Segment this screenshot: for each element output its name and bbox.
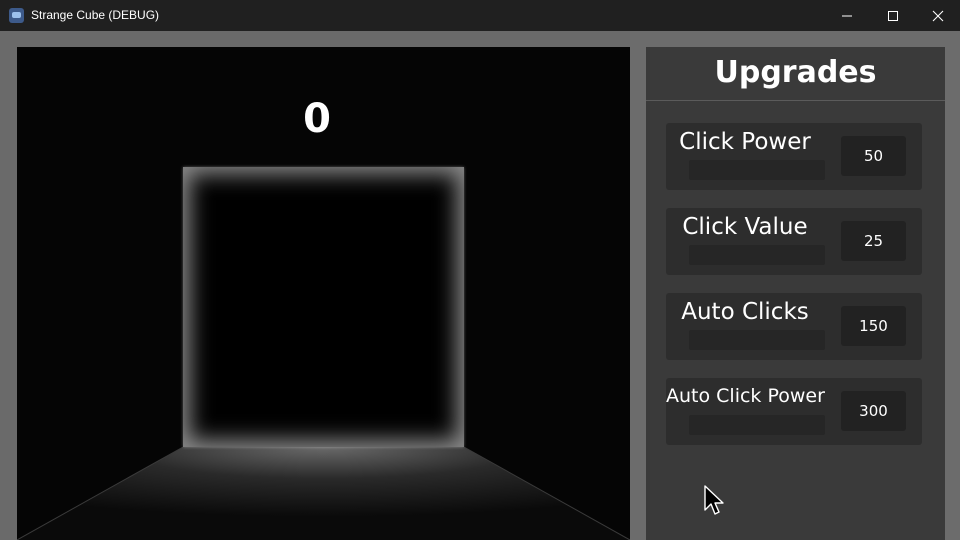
close-icon	[932, 10, 944, 21]
upgrade-cost-button[interactable]: 25	[841, 221, 906, 261]
upgrade-progress-bar	[689, 415, 825, 435]
upgrade-label: Auto Click Power	[666, 385, 825, 407]
upgrade-auto-click-power[interactable]: Auto Click Power 300	[666, 378, 922, 445]
upgrade-label: Click Value	[682, 214, 808, 240]
upgrade-cost-button[interactable]: 50	[841, 136, 906, 176]
minimize-button[interactable]	[824, 0, 870, 31]
title-bar[interactable]: Strange Cube (DEBUG)	[0, 0, 960, 31]
upgrade-click-power[interactable]: Click Power 50	[666, 123, 922, 190]
upgrade-label: Click Power	[679, 129, 811, 155]
godot-engine-icon	[9, 8, 24, 23]
close-button[interactable]	[915, 0, 960, 31]
strange-cube[interactable]	[183, 167, 464, 447]
divider	[646, 100, 945, 101]
game-stage: 0	[17, 47, 630, 540]
maximize-icon	[888, 10, 898, 21]
upgrade-click-value[interactable]: Click Value 25	[666, 208, 922, 275]
sidebar: Upgrades Click Power 50 Click Value 25 A…	[630, 31, 960, 540]
game-viewport: 0	[0, 31, 630, 540]
upgrade-cost-button[interactable]: 150	[841, 306, 906, 346]
upgrade-cost-button[interactable]: 300	[841, 391, 906, 431]
mouse-pointer-icon	[704, 485, 724, 515]
upgrade-progress-bar	[689, 160, 825, 180]
panel-title: Upgrades	[714, 55, 877, 90]
upgrade-auto-clicks[interactable]: Auto Clicks 150	[666, 293, 922, 360]
window-title: Strange Cube (DEBUG)	[31, 8, 160, 22]
maximize-button[interactable]	[870, 0, 916, 31]
upgrades-panel: Upgrades Click Power 50 Click Value 25 A…	[646, 47, 945, 540]
upgrade-progress-bar	[689, 330, 825, 350]
minimize-icon	[842, 15, 852, 16]
upgrade-label: Auto Clicks	[681, 299, 809, 325]
upgrade-progress-bar	[689, 245, 825, 265]
score-counter: 0	[303, 96, 331, 142]
